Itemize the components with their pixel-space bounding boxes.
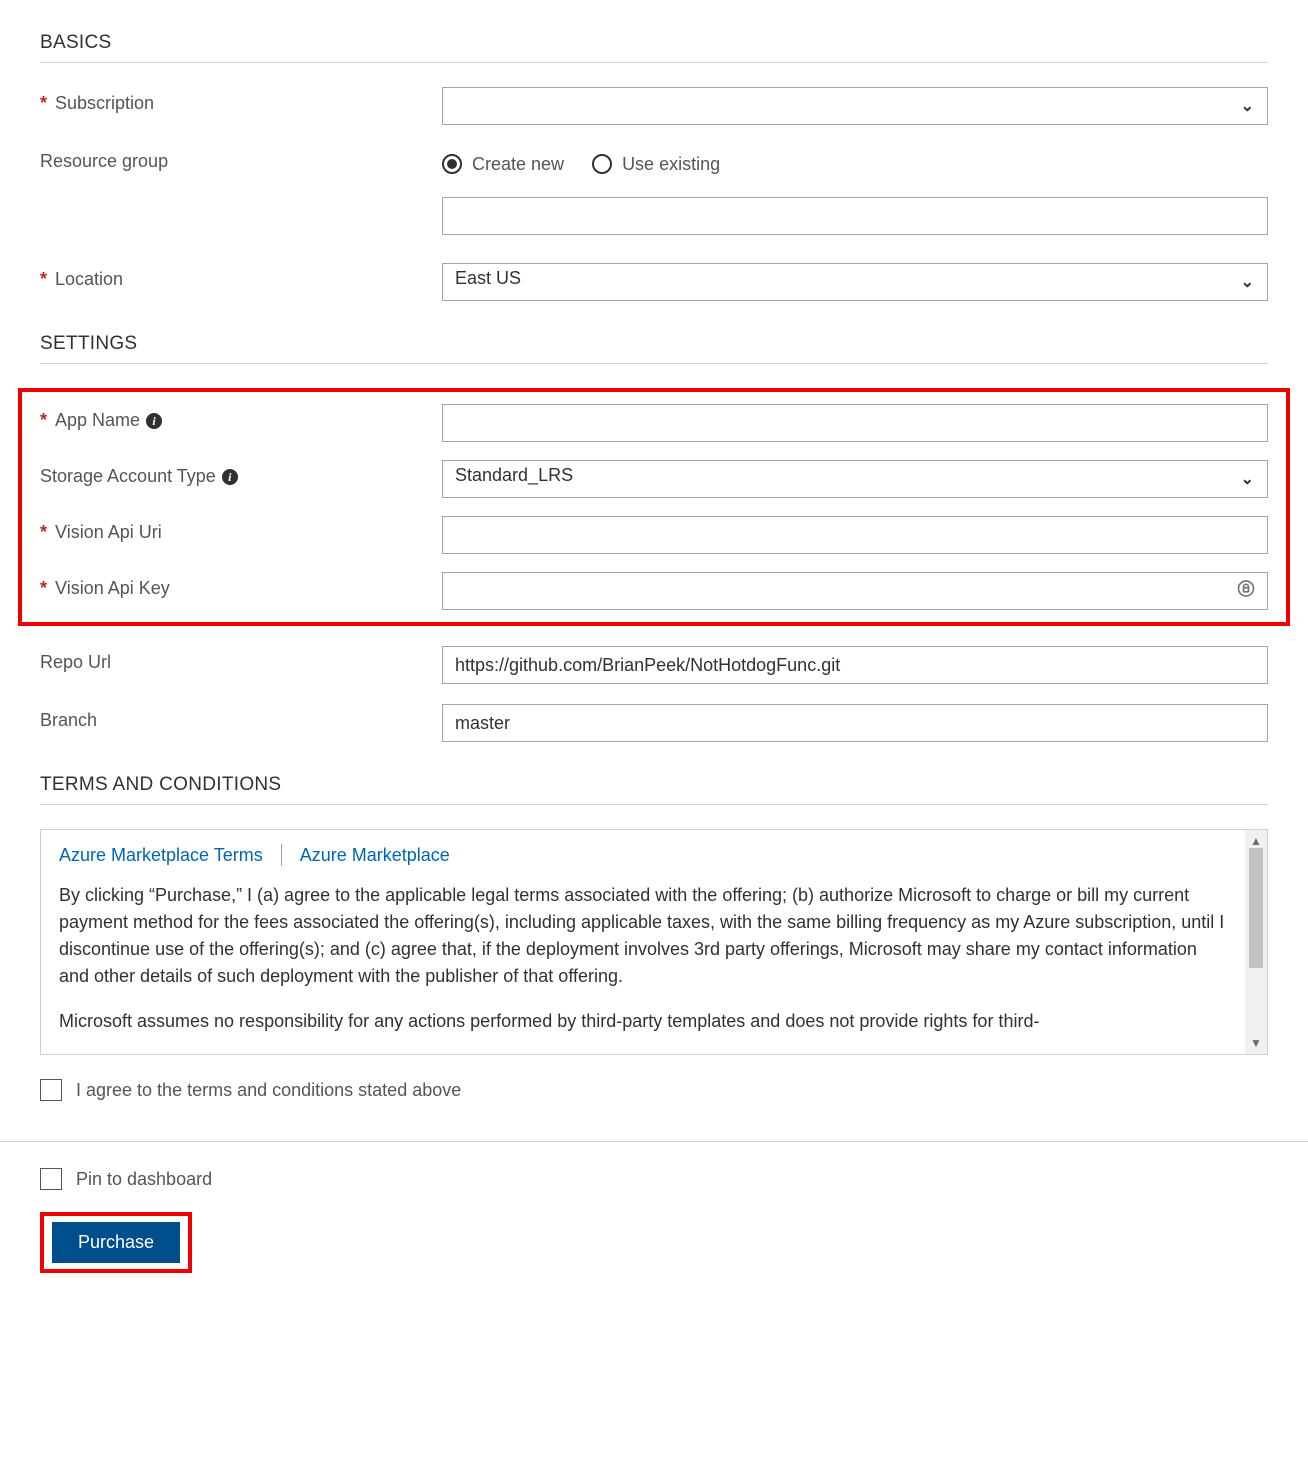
label-text: Vision Api Key: [55, 578, 170, 599]
terms-content: Azure Marketplace Terms Azure Marketplac…: [41, 830, 1245, 1054]
branch-input[interactable]: [442, 704, 1268, 742]
radio-create-new[interactable]: Create new: [442, 154, 564, 175]
label-location: * Location: [40, 263, 442, 290]
section-title-basics: BASICS: [40, 32, 1268, 54]
label-text: Resource group: [40, 151, 168, 172]
label-branch: Branch: [40, 704, 442, 731]
radio-label: Create new: [472, 154, 564, 175]
label-text: App Name: [55, 410, 140, 431]
row-subscription: * Subscription ⌄: [40, 87, 1268, 125]
label-text: Vision Api Uri: [55, 522, 162, 543]
label-repo-url: Repo Url: [40, 646, 442, 673]
label-resource-group: Resource group: [40, 145, 442, 172]
resource-group-radio-group: Create new Use existing: [442, 145, 1268, 183]
divider: [40, 804, 1268, 805]
repo-url-input[interactable]: [442, 646, 1268, 684]
required-asterisk: *: [40, 93, 47, 114]
radio-icon: [592, 154, 612, 174]
row-app-name: * App Name i: [40, 404, 1268, 442]
settings-highlight: * App Name i Storage Account Type i Stan…: [18, 388, 1290, 626]
label-vision-uri: * Vision Api Uri: [40, 516, 442, 543]
link-divider: [281, 844, 282, 866]
required-asterisk: *: [40, 410, 47, 431]
label-text: Subscription: [55, 93, 154, 114]
label-app-name: * App Name i: [40, 404, 442, 431]
row-location: * Location East US ⌄: [40, 263, 1268, 301]
required-asterisk: *: [40, 269, 47, 290]
location-select[interactable]: East US ⌄: [442, 263, 1268, 301]
storage-type-select[interactable]: Standard_LRS ⌄: [442, 460, 1268, 498]
label-vision-key: * Vision Api Key: [40, 572, 442, 599]
scroll-thumb[interactable]: [1249, 848, 1263, 968]
info-icon[interactable]: i: [222, 469, 238, 485]
terms-paragraph-1: By clicking “Purchase,” I (a) agree to t…: [59, 882, 1227, 990]
purchase-highlight: Purchase: [40, 1212, 192, 1273]
required-asterisk: *: [40, 522, 47, 543]
terms-links: Azure Marketplace Terms Azure Marketplac…: [59, 844, 1227, 866]
required-asterisk: *: [40, 578, 47, 599]
label-subscription: * Subscription: [40, 87, 442, 114]
label-text: Branch: [40, 710, 97, 731]
label-text: Repo Url: [40, 652, 111, 673]
location-value: East US: [455, 268, 521, 288]
section-title-terms: TERMS AND CONDITIONS: [40, 774, 1268, 796]
divider: [40, 363, 1268, 364]
row-storage-type: Storage Account Type i Standard_LRS ⌄: [40, 460, 1268, 498]
label-storage-type: Storage Account Type i: [40, 460, 442, 487]
row-vision-uri: * Vision Api Uri: [40, 516, 1268, 554]
agree-checkbox-row[interactable]: I agree to the terms and conditions stat…: [40, 1079, 1268, 1101]
info-icon[interactable]: i: [146, 413, 162, 429]
link-marketplace[interactable]: Azure Marketplace: [300, 845, 450, 866]
checkbox-icon[interactable]: [40, 1168, 62, 1190]
agree-label: I agree to the terms and conditions stat…: [76, 1080, 461, 1101]
scrollbar[interactable]: ▲ ▼: [1245, 830, 1267, 1054]
storage-type-value: Standard_LRS: [455, 465, 573, 485]
row-resource-group: Resource group Create new Use existing: [40, 145, 1268, 235]
subscription-select[interactable]: ⌄: [442, 87, 1268, 125]
vision-uri-input[interactable]: [442, 516, 1268, 554]
vision-key-input[interactable]: [442, 572, 1268, 610]
resource-group-input[interactable]: [442, 197, 1268, 235]
link-marketplace-terms[interactable]: Azure Marketplace Terms: [59, 845, 263, 866]
divider: [0, 1141, 1308, 1142]
radio-label: Use existing: [622, 154, 720, 175]
terms-box: Azure Marketplace Terms Azure Marketplac…: [40, 829, 1268, 1055]
purchase-button[interactable]: Purchase: [52, 1222, 180, 1263]
section-title-settings: SETTINGS: [40, 333, 1268, 355]
app-name-input[interactable]: [442, 404, 1268, 442]
row-branch: Branch: [40, 704, 1268, 742]
label-text: Storage Account Type: [40, 466, 216, 487]
row-repo-url: Repo Url: [40, 646, 1268, 684]
pin-label: Pin to dashboard: [76, 1169, 212, 1190]
pin-checkbox-row[interactable]: Pin to dashboard: [40, 1168, 1268, 1190]
scroll-down-icon[interactable]: ▼: [1250, 1032, 1262, 1054]
radio-icon: [442, 154, 462, 174]
row-vision-key: * Vision Api Key: [40, 572, 1268, 610]
checkbox-icon[interactable]: [40, 1079, 62, 1101]
terms-paragraph-2: Microsoft assumes no responsibility for …: [59, 1008, 1227, 1035]
label-text: Location: [55, 269, 123, 290]
radio-use-existing[interactable]: Use existing: [592, 154, 720, 175]
divider: [40, 62, 1268, 63]
